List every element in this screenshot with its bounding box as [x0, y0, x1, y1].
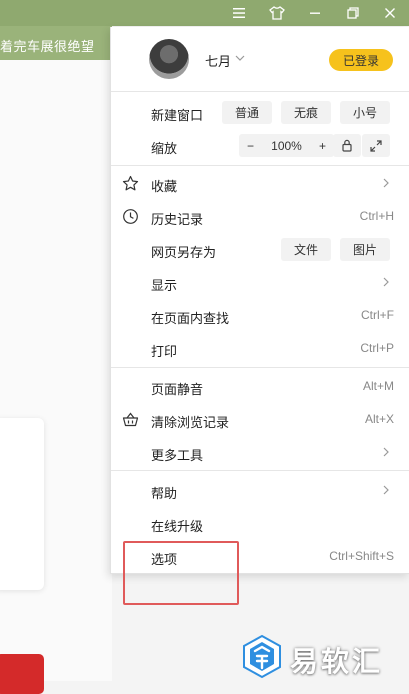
chevron-right-icon: [382, 176, 392, 190]
restore-icon[interactable]: [338, 0, 368, 26]
divider: [111, 91, 409, 92]
chevron-right-icon: [382, 445, 392, 459]
clear-history-label: 清除浏览记录: [151, 415, 230, 430]
browser-titlebar: [0, 0, 409, 26]
zoom-control: − 100% +: [239, 134, 334, 157]
help-label: 帮助: [151, 486, 178, 501]
clock-icon: [122, 208, 139, 225]
history-label: 历史记录: [151, 212, 204, 227]
clear-history-shortcut: Alt+X: [364, 412, 394, 426]
menu-item-print[interactable]: 打印 Ctrl+P: [111, 332, 409, 365]
chevron-right-icon: [382, 483, 392, 497]
watermark: 易软汇: [240, 634, 405, 679]
menu-item-mute[interactable]: 页面静音 Alt+M: [111, 370, 409, 403]
menu-item-more-tools[interactable]: 更多工具: [111, 436, 409, 469]
fullscreen-icon[interactable]: [362, 134, 390, 157]
menu-icon[interactable]: [224, 0, 254, 26]
page-card: [0, 418, 44, 590]
divider: [111, 470, 409, 471]
page-tab-strip: 着完车展很绝望: [0, 26, 112, 60]
options-shortcut: Ctrl+Shift+S: [329, 549, 394, 563]
new-window-normal-button[interactable]: 普通: [222, 101, 272, 124]
menu-row-zoom: 缩放 − 100% +: [111, 129, 409, 162]
minimize-icon[interactable]: [300, 0, 330, 26]
watermark-text: 易软汇: [290, 646, 384, 677]
find-shortcut: Ctrl+F: [361, 308, 394, 322]
more-tools-label: 更多工具: [151, 448, 204, 463]
save-as-label: 网页另存为: [151, 245, 217, 260]
mute-shortcut: Alt+M: [362, 379, 394, 393]
favorites-label: 收藏: [151, 179, 178, 194]
zoom-out-button[interactable]: −: [247, 139, 254, 153]
page-red-button[interactable]: [0, 654, 44, 694]
mute-label: 页面静音: [151, 382, 204, 397]
basket-icon: [122, 411, 139, 428]
menu-item-find[interactable]: 在页面内查找 Ctrl+F: [111, 299, 409, 332]
new-window-label: 新建窗口: [151, 108, 204, 123]
lock-icon[interactable]: [333, 134, 361, 157]
menu-item-help[interactable]: 帮助: [111, 474, 409, 507]
menu-row-new-window: 新建窗口 普通 无痕 小号: [111, 96, 409, 129]
print-shortcut: Ctrl+P: [360, 341, 394, 355]
divider: [111, 165, 409, 166]
zoom-in-button[interactable]: +: [319, 139, 326, 153]
watermark-logo: [240, 634, 284, 679]
display-label: 显示: [151, 278, 178, 293]
find-label: 在页面内查找: [151, 311, 230, 326]
online-upgrade-label: 在线升级: [151, 519, 204, 534]
new-window-alt-account-button[interactable]: 小号: [340, 101, 390, 124]
username[interactable]: 七月: [205, 51, 231, 70]
zoom-level: 100%: [271, 138, 302, 153]
save-as-image-button[interactable]: 图片: [340, 238, 390, 261]
menu-row-save-as: 网页另存为 文件 图片: [111, 233, 409, 266]
menu-item-clear-history[interactable]: 清除浏览记录 Alt+X: [111, 403, 409, 436]
save-as-file-button[interactable]: 文件: [281, 238, 331, 261]
chevron-down-icon[interactable]: [235, 51, 247, 65]
menu-item-online-upgrade[interactable]: 在线升级: [111, 507, 409, 540]
history-shortcut: Ctrl+H: [359, 209, 394, 223]
divider: [111, 367, 409, 368]
page-tab-title[interactable]: 着完车展很绝望: [0, 36, 95, 55]
close-icon[interactable]: [375, 0, 405, 26]
print-label: 打印: [151, 344, 178, 359]
skin-icon[interactable]: [262, 0, 292, 26]
user-avatar[interactable]: [149, 39, 189, 79]
highlight-annotation-box: [123, 541, 239, 605]
new-window-incognito-button[interactable]: 无痕: [281, 101, 331, 124]
zoom-label: 缩放: [151, 141, 178, 156]
login-status-badge[interactable]: 已登录: [329, 49, 393, 71]
menu-item-display[interactable]: 显示: [111, 266, 409, 299]
chevron-right-icon: [382, 275, 392, 289]
profile-section: 七月 已登录: [111, 27, 409, 91]
browser-main-menu: 七月 已登录 新建窗口 普通 无痕 小号 缩放 − 100% + 收藏 历史记录…: [110, 27, 409, 574]
star-icon: [122, 175, 139, 192]
menu-item-favorites[interactable]: 收藏: [111, 167, 409, 200]
menu-item-history[interactable]: 历史记录 Ctrl+H: [111, 200, 409, 233]
